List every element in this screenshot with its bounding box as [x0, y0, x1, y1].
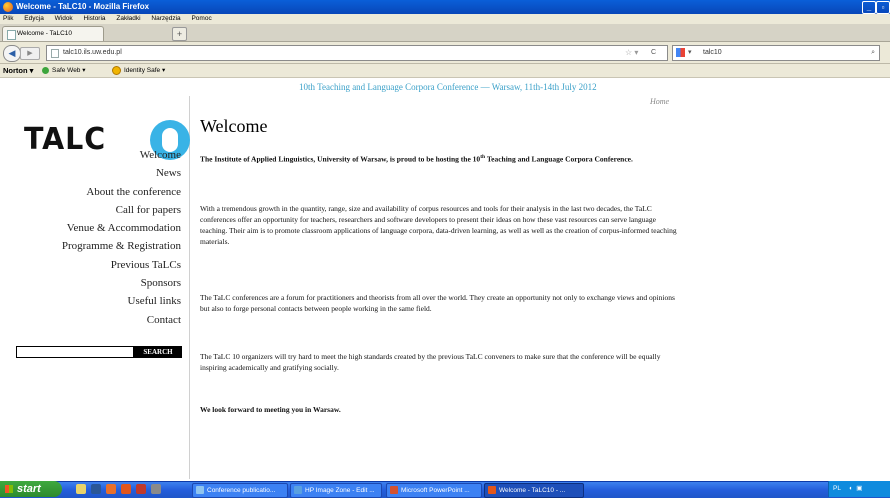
safe-web-label: Safe Web: [52, 67, 81, 74]
search-icon[interactable]: ⌕: [871, 46, 875, 60]
powerpoint-icon[interactable]: [135, 484, 146, 494]
word-icon[interactable]: [90, 484, 101, 494]
task-conference[interactable]: Conference publicatio...: [192, 483, 288, 498]
identity-safe-icon: [112, 65, 121, 75]
nav-welcome[interactable]: Welcome: [10, 146, 181, 164]
window-title-bar[interactable]: Welcome - TaLC10 - Mozilla Firefox _ ▫: [0, 0, 890, 14]
task-firefox[interactable]: Welcome - TaLC10 - ...: [484, 483, 584, 498]
nav-useful-links[interactable]: Useful links: [10, 292, 181, 310]
back-button[interactable]: ◀: [3, 45, 21, 62]
task-label: Microsoft PowerPoint ...: [401, 487, 470, 494]
network-icon[interactable]: ▣: [856, 485, 862, 492]
task-label: Welcome - TaLC10 - ...: [499, 487, 566, 494]
start-button[interactable]: start: [0, 481, 62, 497]
folder-icon[interactable]: [76, 484, 86, 494]
task-hp-image-zone[interactable]: HP Image Zone - Edit ...: [290, 483, 382, 498]
safe-web-button[interactable]: Safe Web ▾: [42, 64, 86, 77]
task-powerpoint[interactable]: Microsoft PowerPoint ...: [386, 483, 482, 498]
start-label: start: [17, 483, 41, 495]
windows-flag-icon: [5, 485, 13, 493]
system-tray: PL ◖ ▣: [828, 481, 890, 497]
nav-sponsors[interactable]: Sponsors: [10, 274, 181, 292]
intro-text-b: Teaching and Language Corpora Conference…: [485, 154, 633, 164]
tab-label: Welcome - TaLC10: [17, 30, 73, 37]
powerpoint-icon: [390, 486, 398, 495]
firefox-icon: [3, 2, 13, 12]
nav-news[interactable]: News: [10, 164, 181, 182]
sidebar-nav: Welcome News About the conference Call f…: [10, 146, 181, 329]
identity-safe-label: Identity Safe: [124, 67, 161, 74]
hp-icon: [294, 486, 302, 495]
tab-welcome[interactable]: Welcome - TaLC10: [2, 26, 104, 41]
menu-edycja[interactable]: Edycja: [24, 15, 44, 22]
forward-button[interactable]: ▶: [20, 47, 40, 60]
url-text: talc10.ils.uw.edu.pl: [63, 49, 122, 56]
menu-widok[interactable]: Widok: [55, 15, 73, 22]
nav-venue[interactable]: Venue & Accommodation: [10, 219, 181, 237]
nav-previous[interactable]: Previous TaLCs: [10, 256, 181, 274]
web-search-input[interactable]: ▾ talc10 ⌕: [672, 45, 880, 61]
quick-launch: [76, 484, 164, 494]
window-icon: [196, 486, 204, 495]
menu-narzedzia[interactable]: Narzędzia: [151, 15, 180, 22]
organizers-paragraph: The TaLC 10 organizers will try hard to …: [200, 352, 661, 372]
conference-banner: 10th Teaching and Language Corpora Confe…: [299, 82, 597, 92]
firefox-icon[interactable]: [120, 484, 131, 494]
nav-call-for-papers[interactable]: Call for papers: [10, 201, 181, 219]
web-search-text: talc10: [703, 49, 722, 56]
growth-paragraph: With a tremendous growth in the quantity…: [200, 204, 677, 246]
maximize-button[interactable]: ▫: [876, 1, 890, 14]
window-title: Welcome - TaLC10 - Mozilla Firefox: [16, 2, 150, 11]
language-indicator[interactable]: PL: [833, 485, 841, 492]
norton-logo[interactable]: Norton ▾: [3, 64, 33, 77]
speaker-icon[interactable]: ◖: [849, 485, 853, 492]
task-label: Conference publicatio...: [207, 487, 276, 494]
back-arrow-icon: ◀: [8, 48, 16, 58]
page-icon: [7, 30, 16, 40]
page-title: Welcome: [200, 116, 268, 136]
new-tab-button[interactable]: +: [172, 27, 187, 41]
nav-programme[interactable]: Programme & Registration: [10, 237, 181, 255]
forward-arrow-icon: ▶: [27, 50, 33, 57]
identity-safe-button[interactable]: Identity Safe ▾: [112, 64, 165, 77]
menu-zakladki[interactable]: Zakładki: [116, 15, 140, 22]
nav-contact[interactable]: Contact: [10, 311, 181, 329]
safe-web-icon: [42, 66, 49, 74]
google-icon[interactable]: [676, 48, 685, 57]
minimize-button[interactable]: _: [862, 1, 876, 14]
media-icon[interactable]: [105, 484, 116, 494]
menu-plik[interactable]: Plik: [3, 15, 13, 22]
nav-about[interactable]: About the conference: [10, 183, 181, 201]
intro-paragraph: The Institute of Applied Linguistics, Un…: [200, 152, 685, 165]
menu-pomoc[interactable]: Pomoc: [191, 15, 211, 22]
sidebar-divider: [189, 96, 190, 479]
url-bar[interactable]: talc10.ils.uw.edu.pl ☆ ▾ C: [46, 45, 668, 61]
reload-icon[interactable]: C: [651, 46, 656, 60]
menu-bar: Plik Edycja Widok Historia Zakładki Narz…: [0, 14, 890, 24]
tab-bar: [0, 24, 890, 42]
norton-logo-text: Norton: [3, 66, 28, 75]
app-icon[interactable]: [150, 484, 161, 494]
forum-paragraph: The TaLC conferences are a forum for pra…: [200, 293, 675, 313]
menu-historia[interactable]: Historia: [84, 15, 106, 22]
intro-text-a: The Institute of Applied Linguistics, Un…: [200, 154, 481, 164]
search-button[interactable]: SEARCH: [134, 346, 182, 358]
chevron-down-icon[interactable]: ▾: [688, 46, 692, 60]
breadcrumb[interactable]: Home: [650, 97, 669, 106]
firefox-icon: [488, 486, 496, 495]
site-search-input[interactable]: [16, 346, 134, 358]
page-icon: [51, 49, 59, 58]
bookmark-star-icon[interactable]: ☆ ▾: [625, 46, 638, 60]
task-label: HP Image Zone - Edit ...: [305, 487, 375, 494]
closing-paragraph: We look forward to meeting you in Warsaw…: [200, 405, 341, 414]
